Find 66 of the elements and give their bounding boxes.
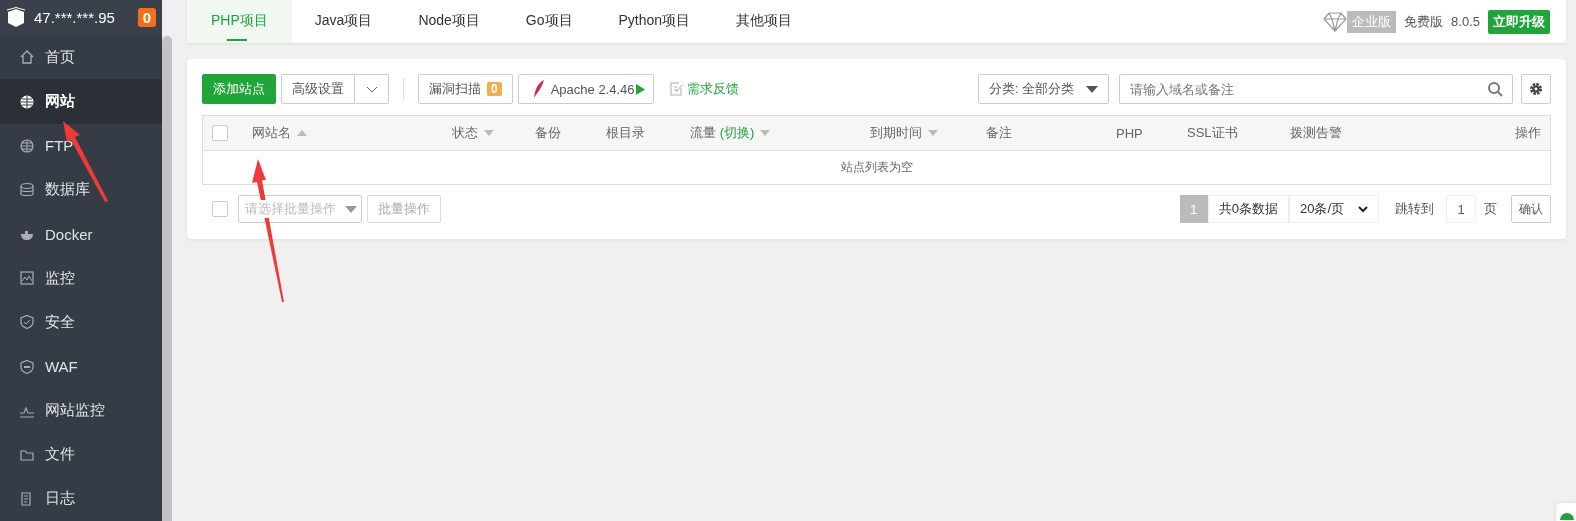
edit-icon: [669, 82, 683, 96]
vulnerability-scan-button[interactable]: 漏洞扫描 0: [418, 74, 513, 104]
nav-item[interactable]: 文件: [0, 432, 162, 477]
page-number-field[interactable]: 1: [1446, 195, 1476, 223]
search-field[interactable]: 请输入域名或备注: [1119, 74, 1513, 104]
total-count: 共0条数据: [1207, 195, 1289, 223]
column-header[interactable]: 网站名: [252, 124, 452, 142]
nav-item[interactable]: WAF: [0, 344, 162, 389]
version-label: 8.0.5: [1451, 14, 1480, 29]
search-icon: [1487, 81, 1503, 97]
nav-item[interactable]: 日志: [0, 476, 162, 521]
chevron-down-icon: [1358, 205, 1368, 213]
column-header[interactable]: 状态: [452, 124, 535, 142]
project-tab[interactable]: Node项目: [395, 0, 503, 43]
column-header[interactable]: 备份: [535, 124, 606, 142]
project-tab[interactable]: Go项目: [502, 0, 596, 43]
settings-icon: [1529, 82, 1543, 96]
nav-item[interactable]: 网站监控: [0, 388, 162, 433]
shield-icon: [19, 358, 35, 375]
chat-icon: [1560, 512, 1574, 520]
nav-item[interactable]: 数据库: [0, 167, 162, 212]
home-icon: [19, 49, 35, 66]
caret-icon: [345, 205, 357, 213]
diamond-icon: [1323, 11, 1348, 32]
chevron-down-icon: [365, 85, 378, 93]
nav-item[interactable]: 监控: [0, 256, 162, 301]
shield-icon: [19, 314, 35, 331]
category-select[interactable]: 分类: 全部分类: [978, 74, 1109, 104]
nav-item[interactable]: 首页: [0, 35, 162, 80]
column-header[interactable]: 流量 (切换): [690, 124, 870, 142]
jump-label: 跳转到: [1395, 200, 1434, 218]
nav-item[interactable]: 网站: [0, 79, 162, 124]
page-unit-label: 页: [1484, 200, 1497, 218]
page-size-select[interactable]: 20条/页: [1288, 195, 1379, 223]
settings-button[interactable]: [1521, 74, 1551, 104]
globe-icon: [19, 137, 35, 154]
box-icon: [6, 6, 26, 29]
confirm-button[interactable]: 确认: [1511, 195, 1551, 223]
column-header[interactable]: 备注: [986, 124, 1116, 142]
column-header[interactable]: 根目录: [606, 124, 690, 142]
column-header[interactable]: 拨测告警: [1290, 124, 1515, 142]
scrollbar[interactable]: [162, 36, 172, 521]
dropdown-button[interactable]: [355, 74, 389, 104]
empty-message: 站点列表为空: [839, 159, 914, 176]
column-header[interactable]: 操作: [1515, 124, 1541, 142]
globe-icon: [19, 93, 35, 110]
web-server-button[interactable]: Apache 2.4.46: [517, 74, 654, 104]
column-header[interactable]: PHP: [1116, 125, 1187, 141]
select-all-checkbox[interactable]: [212, 125, 228, 141]
column-header[interactable]: 到期时间: [870, 124, 986, 142]
database-icon: [19, 181, 35, 198]
advanced-settings-button[interactable]: 高级设置: [281, 74, 355, 104]
nav-item[interactable]: Docker: [0, 211, 162, 257]
plan-label: 免费版: [1404, 12, 1444, 31]
feather-icon: [532, 79, 545, 99]
nav-item[interactable]: 安全: [0, 300, 162, 345]
project-tab[interactable]: Python项目: [595, 0, 714, 43]
select-checkbox[interactable]: [212, 201, 228, 217]
project-tab[interactable]: Java项目: [291, 0, 396, 43]
chart-icon: [19, 270, 35, 287]
server-address: 47.***.***.95: [34, 9, 116, 27]
nav-item[interactable]: FTP: [0, 123, 162, 168]
column-header[interactable]: SSL证书: [1187, 124, 1290, 142]
play-icon: [635, 83, 645, 95]
project-tab[interactable]: 其他项目: [713, 0, 816, 43]
caret-icon: [1086, 85, 1098, 93]
